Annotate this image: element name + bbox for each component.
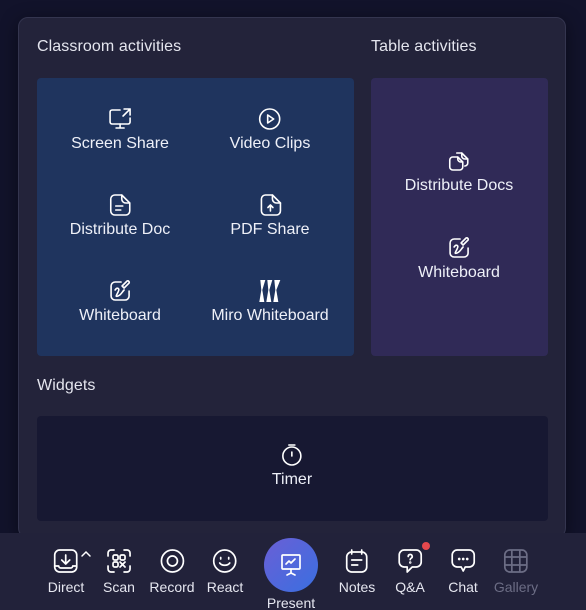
present-button-circle[interactable]	[264, 538, 318, 592]
document-icon	[110, 194, 131, 216]
toolbar-qa-label: Q&A	[395, 579, 425, 595]
qr-scan-icon	[107, 549, 131, 573]
table-activities-grid: Distribute Docs Whiteboard	[371, 78, 548, 356]
play-circle-icon	[259, 108, 281, 130]
toolbar-present-button[interactable]: Present	[264, 538, 318, 610]
presentation-icon	[281, 554, 301, 576]
caret-up-icon[interactable]	[80, 549, 92, 559]
widgets-title: Widgets	[37, 377, 96, 394]
grid-icon	[504, 549, 528, 573]
table-whiteboard-button[interactable]: Whiteboard	[418, 235, 500, 282]
qa-notification-badge	[422, 542, 430, 550]
whiteboard-label: Whiteboard	[79, 307, 161, 324]
toolbar-scan-label: Scan	[103, 579, 135, 595]
documents-stack-icon	[449, 152, 469, 171]
smiley-icon	[213, 549, 237, 573]
whiteboard-icon	[110, 280, 130, 301]
screen-share-button[interactable]: Screen Share	[71, 106, 169, 153]
download-tray-icon	[54, 549, 78, 573]
whiteboard-icon	[449, 237, 469, 258]
table-activities-title: Table activities	[371, 38, 477, 55]
screen-share-icon	[109, 108, 131, 129]
toolbar-notes-button[interactable]: Notes	[338, 547, 376, 595]
screen-share-label: Screen Share	[71, 135, 169, 152]
pdf-share-button[interactable]: PDF Share	[230, 192, 310, 239]
chat-bubble-icon	[451, 549, 475, 572]
toolbar-chat-button[interactable]: Chat	[448, 547, 478, 595]
widgets-area: Timer	[37, 416, 548, 521]
stopwatch-icon	[282, 444, 302, 466]
toolbar-react-button[interactable]: React	[206, 547, 244, 595]
miro-whiteboard-button[interactable]: Miro Whiteboard	[211, 278, 329, 325]
miro-logo-icon	[259, 280, 280, 302]
miro-whiteboard-label: Miro Whiteboard	[211, 307, 329, 324]
whiteboard-button[interactable]: Whiteboard	[79, 278, 161, 325]
activities-popover: Classroom activities Table activities Sc…	[18, 17, 566, 538]
notes-icon	[346, 549, 368, 573]
timer-button[interactable]: Timer	[272, 442, 312, 489]
table-whiteboard-label: Whiteboard	[418, 264, 500, 281]
distribute-docs-label: Distribute Docs	[404, 177, 514, 194]
toolbar-scan-button[interactable]: Scan	[103, 547, 135, 595]
toolbar-react-label: React	[206, 579, 244, 595]
toolbar-record-label: Record	[149, 579, 195, 595]
distribute-doc-button[interactable]: Distribute Doc	[70, 192, 170, 239]
pdf-share-label: PDF Share	[230, 221, 310, 238]
toolbar-present-label: Present	[266, 595, 316, 610]
toolbar-notes-label: Notes	[338, 579, 376, 595]
record-icon	[160, 549, 184, 573]
classroom-activities-grid: Screen Share Video Clips Distribute Doc …	[37, 78, 354, 356]
toolbar-record-button[interactable]: Record	[149, 547, 195, 595]
toolbar-gallery-label: Gallery	[493, 579, 539, 595]
toolbar-qa-button[interactable]: Q&A	[395, 547, 425, 595]
timer-label: Timer	[271, 471, 313, 488]
toolbar-chat-label: Chat	[448, 579, 478, 595]
distribute-docs-button[interactable]: Distribute Docs	[405, 148, 513, 195]
question-bubble-icon	[398, 549, 422, 573]
meeting-toolbar: Direct Scan Record React Present Notes Q…	[0, 533, 586, 610]
classroom-activities-title: Classroom activities	[37, 38, 182, 55]
video-clips-label: Video Clips	[229, 135, 311, 152]
toolbar-direct-label: Direct	[47, 579, 85, 595]
toolbar-direct-button[interactable]: Direct	[47, 547, 85, 595]
video-clips-button[interactable]: Video Clips	[229, 106, 311, 153]
toolbar-gallery-button[interactable]: Gallery	[494, 547, 538, 595]
pdf-upload-icon	[260, 194, 281, 216]
distribute-doc-label: Distribute Doc	[69, 221, 171, 238]
